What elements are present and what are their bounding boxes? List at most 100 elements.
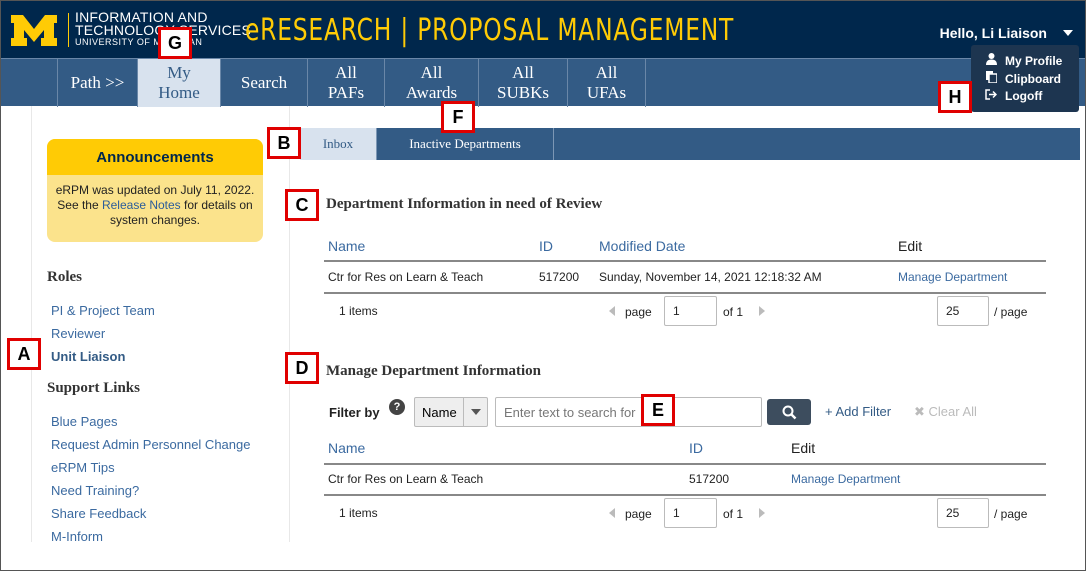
tab-bar: Inbox Inactive Departments xyxy=(300,128,1080,160)
prev-page-icon[interactable] xyxy=(609,306,615,316)
column-header-id[interactable]: ID xyxy=(689,440,703,456)
page-label: page xyxy=(625,507,652,521)
add-filter-button[interactable]: + Add Filter xyxy=(825,404,891,419)
logo-divider xyxy=(68,13,69,47)
chevron-down-icon[interactable] xyxy=(463,398,487,426)
announcements-panel: Announcements eRPM was updated on July 1… xyxy=(47,139,263,242)
filter-field-select[interactable]: Name xyxy=(414,397,488,427)
row-department-id: 517200 xyxy=(689,472,730,486)
main-nav: Path >> My Home Search All PAFs All Awar… xyxy=(1,58,1085,107)
logoff-icon xyxy=(983,89,999,103)
manage-section-title: Manage Department Information xyxy=(326,363,541,379)
page-total: of 1 xyxy=(723,507,744,521)
user-menu: My Profile Clipboard Logoff xyxy=(971,45,1079,112)
table-header-rule xyxy=(324,463,1046,465)
nav-all-ufas[interactable]: All UFAs xyxy=(568,59,646,107)
search-button[interactable] xyxy=(767,399,811,425)
nav-all-awards[interactable]: All Awards xyxy=(385,59,479,107)
prev-page-icon[interactable] xyxy=(609,508,615,518)
page-label: page xyxy=(625,305,652,319)
menu-item-label: Logoff xyxy=(1005,89,1043,103)
link-m-inform[interactable]: M-Inform xyxy=(51,529,103,544)
support-links-heading: Support Links xyxy=(47,380,140,396)
tab-inbox[interactable]: Inbox xyxy=(300,128,377,160)
nav-all-subks[interactable]: All SUBKs xyxy=(479,59,568,107)
item-count: 1 items xyxy=(339,506,378,520)
menu-item-clipboard[interactable]: Clipboard xyxy=(983,71,1061,86)
next-page-icon[interactable] xyxy=(759,508,765,518)
table-footer-rule xyxy=(324,292,1046,294)
nav-my-home[interactable]: My Home xyxy=(138,59,221,107)
nav-all-subks-label: All SUBKs xyxy=(497,63,549,102)
search-icon xyxy=(782,405,796,419)
review-section-title: Department Information in need of Review xyxy=(326,196,603,212)
role-reviewer[interactable]: Reviewer xyxy=(51,326,105,341)
link-erpm-tips[interactable]: eRPM Tips xyxy=(51,460,115,475)
nav-all-pafs[interactable]: All PAFs xyxy=(308,59,385,107)
link-request-admin-personnel-change[interactable]: Request Admin Personnel Change xyxy=(51,437,250,452)
announcements-body: eRPM was updated on July 11, 2022. See t… xyxy=(47,175,263,236)
user-greeting[interactable]: Hello, Li Liaison xyxy=(940,25,1047,41)
filter-field-value: Name xyxy=(422,405,457,420)
filter-label: Filter by xyxy=(329,405,380,420)
app-title: eRESEARCH | PROPOSAL MANAGEMENT xyxy=(245,13,735,48)
callout-e: E xyxy=(641,394,675,426)
page-size-input[interactable]: 25 xyxy=(937,498,989,528)
menu-item-my-profile[interactable]: My Profile xyxy=(983,53,1062,68)
item-count: 1 items xyxy=(339,304,378,318)
search-input[interactable] xyxy=(495,397,762,427)
callout-f: F xyxy=(441,101,475,133)
content-divider xyxy=(289,106,290,542)
column-header-modified-date[interactable]: Modified Date xyxy=(599,238,685,254)
link-blue-pages[interactable]: Blue Pages xyxy=(51,414,118,429)
clear-all-button[interactable]: ✖ Clear All xyxy=(914,404,977,420)
clipboard-icon xyxy=(983,71,999,86)
sidebar-border xyxy=(31,106,32,542)
nav-search[interactable]: Search xyxy=(221,59,308,107)
column-header-id[interactable]: ID xyxy=(539,238,553,254)
callout-g: G xyxy=(158,27,192,59)
nav-path[interactable]: Path >> xyxy=(58,59,138,107)
table-header-rule xyxy=(324,260,1046,262)
manage-department-link[interactable]: Manage Department xyxy=(791,472,900,486)
page-size-input[interactable]: 25 xyxy=(937,296,989,326)
page-size-label: / page xyxy=(994,507,1028,521)
nav-all-pafs-label: All PAFs xyxy=(327,63,365,102)
roles-heading: Roles xyxy=(47,269,82,285)
callout-b: B xyxy=(267,127,301,159)
role-unit-liaison[interactable]: Unit Liaison xyxy=(51,349,125,364)
university-logo[interactable] xyxy=(9,11,59,49)
callout-d: D xyxy=(285,352,319,384)
row-modified-date: Sunday, November 14, 2021 12:18:32 AM xyxy=(599,270,822,284)
menu-item-label: Clipboard xyxy=(1005,71,1061,86)
link-need-training[interactable]: Need Training? xyxy=(51,483,139,498)
column-header-name[interactable]: Name xyxy=(328,238,365,254)
release-notes-link[interactable]: Release Notes xyxy=(102,198,181,212)
row-department-id: 517200 xyxy=(539,270,580,284)
row-department-name: Ctr for Res on Learn & Teach xyxy=(328,472,484,486)
menu-item-label: My Profile xyxy=(1005,53,1063,68)
manage-department-link[interactable]: Manage Department xyxy=(898,270,1007,284)
table-footer-rule xyxy=(324,494,1046,496)
nav-all-ufas-label: All UFAs xyxy=(586,63,627,102)
caret-down-icon[interactable] xyxy=(1063,30,1073,36)
page-number-input[interactable]: 1 xyxy=(664,296,717,326)
page-total: of 1 xyxy=(723,305,744,319)
callout-c: C xyxy=(285,189,319,221)
menu-item-logoff[interactable]: Logoff xyxy=(983,89,1042,103)
column-header-edit: Edit xyxy=(898,238,923,254)
link-share-feedback[interactable]: Share Feedback xyxy=(51,506,146,521)
callout-h: H xyxy=(938,81,972,113)
user-icon xyxy=(983,53,999,68)
next-page-icon[interactable] xyxy=(759,306,765,316)
help-icon[interactable]: ? xyxy=(389,399,405,415)
role-pi-project-team[interactable]: PI & Project Team xyxy=(51,303,155,318)
column-header-name[interactable]: Name xyxy=(328,440,365,456)
row-department-name: Ctr for Res on Learn & Teach xyxy=(328,270,484,284)
column-header-edit: Edit xyxy=(791,440,816,456)
page-size-label: / page xyxy=(994,305,1028,319)
nav-my-home-label: My Home xyxy=(158,63,200,102)
page-number-input[interactable]: 1 xyxy=(664,498,717,528)
callout-a: A xyxy=(7,338,41,370)
announcements-title: Announcements xyxy=(47,139,263,175)
